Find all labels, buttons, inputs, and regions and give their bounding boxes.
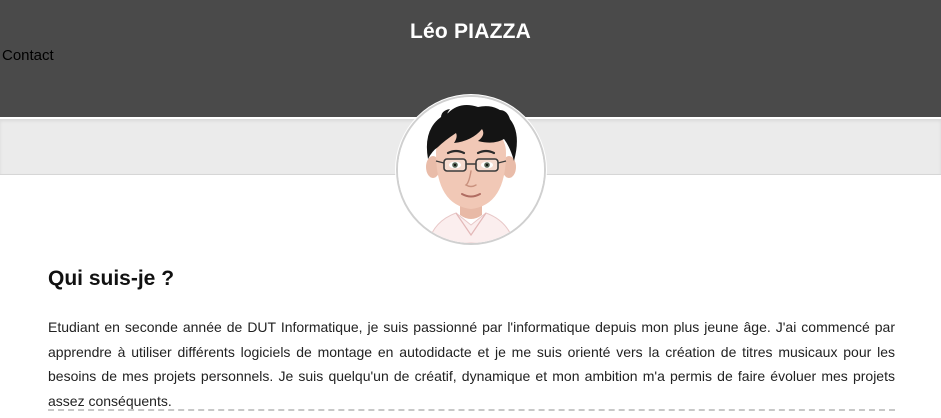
nav-contact-link[interactable]: Contact — [2, 47, 54, 64]
about-paragraph: Etudiant en seconde année de DUT Informa… — [48, 319, 895, 409]
section-divider — [48, 409, 895, 411]
about-heading: Qui suis-je ? — [48, 267, 175, 290]
avatar — [396, 95, 546, 245]
site-title: Léo PIAZZA — [410, 20, 531, 43]
avatar-portrait-icon — [398, 97, 544, 243]
